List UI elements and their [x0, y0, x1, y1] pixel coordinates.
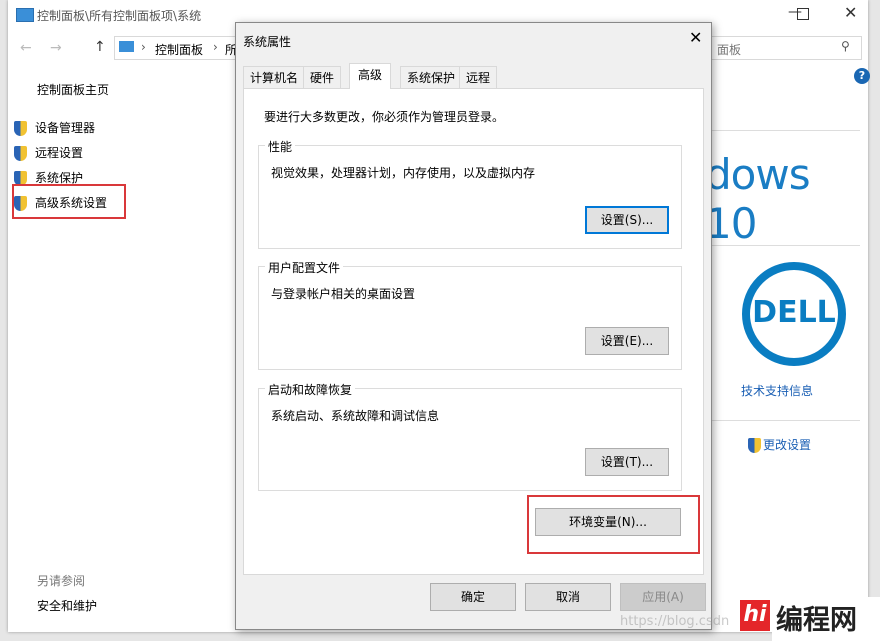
shield-icon: [14, 146, 27, 161]
divider: [712, 130, 860, 131]
admin-notice: 要进行大多数更改，你必须作为管理员登录。: [264, 110, 505, 124]
security-maintenance-link[interactable]: 安全和维护: [37, 597, 97, 614]
group-label: 启动和故障恢复: [265, 381, 356, 398]
group-label: 用户配置文件: [265, 259, 344, 276]
shield-icon: [14, 121, 27, 136]
tab-computer-name[interactable]: 计算机名: [243, 66, 306, 88]
window-title: 控制面板\所有控制面板项\系统: [37, 9, 202, 23]
watermark-logo-text: hi: [743, 602, 767, 627]
apply-button[interactable]: 应用(A): [620, 583, 706, 611]
user-profiles-settings-button[interactable]: 设置(E)...: [585, 327, 669, 355]
sidebar-item-label: 系统保护: [35, 171, 84, 185]
watermark-url: https://blog.csdn: [620, 614, 730, 629]
divider: [712, 420, 860, 421]
sidebar-item-label: 远程设置: [35, 146, 84, 160]
back-button[interactable]: ←: [20, 40, 32, 56]
dialog-close-button[interactable]: ✕: [689, 28, 702, 47]
sidebar-home-link[interactable]: 控制面板主页: [37, 81, 109, 98]
dialog-title: 系统属性: [243, 35, 292, 49]
tab-advanced[interactable]: 高级: [349, 63, 392, 89]
search-icon: ⚲: [841, 39, 850, 53]
shield-icon: [748, 438, 761, 453]
support-link[interactable]: 技术支持信息: [741, 382, 813, 399]
maximize-button[interactable]: [797, 8, 809, 20]
performance-settings-button[interactable]: 设置(S)...: [585, 206, 669, 234]
search-placeholder: 面板: [717, 43, 742, 57]
dell-logo-text: DELL: [752, 295, 836, 330]
breadcrumb-item[interactable]: 控制面板: [155, 41, 203, 58]
computer-icon: [16, 8, 34, 22]
change-settings-label: 更改设置: [763, 438, 812, 452]
watermark-brand: 编程网: [776, 605, 857, 636]
close-button[interactable]: ✕: [844, 3, 857, 22]
address-bar[interactable]: › 控制面板 › 所: [114, 36, 237, 60]
group-description: 系统启动、系统故障和调试信息: [271, 409, 440, 423]
watermark-logo: hi: [740, 600, 770, 631]
group-description: 视觉效果，处理器计划，内存使用，以及虚拟内存: [271, 166, 536, 180]
change-settings-link[interactable]: 更改设置: [748, 436, 811, 453]
group-description: 与登录帐户相关的桌面设置: [271, 287, 416, 301]
ok-button[interactable]: 确定: [430, 583, 516, 611]
help-icon[interactable]: ?: [854, 68, 870, 84]
divider: [712, 245, 860, 246]
sidebar-item-device-manager[interactable]: 设备管理器: [14, 116, 107, 141]
tab-remote[interactable]: 远程: [459, 66, 498, 88]
highlight-box: [12, 184, 126, 219]
sidebar-item-label: 设备管理器: [35, 121, 96, 135]
cancel-button[interactable]: 取消: [525, 583, 611, 611]
dell-logo: DELL: [742, 262, 846, 366]
highlight-box: [527, 495, 700, 554]
group-label: 性能: [265, 138, 296, 155]
chevron-icon: ›: [213, 40, 218, 54]
search-input[interactable]: 面板 ⚲: [708, 36, 862, 60]
tab-system-protection[interactable]: 系统保护: [400, 66, 463, 88]
up-button[interactable]: ↑: [94, 39, 106, 55]
startup-settings-button[interactable]: 设置(T)...: [585, 448, 669, 476]
see-also-heading: 另请参阅: [37, 574, 86, 588]
computer-icon: [119, 41, 134, 52]
windows-brand: dows 10: [705, 150, 811, 248]
chevron-icon: ›: [141, 40, 146, 54]
tab-hardware[interactable]: 硬件: [303, 66, 342, 88]
sidebar-item-remote[interactable]: 远程设置: [14, 141, 107, 166]
forward-button[interactable]: →: [50, 40, 62, 56]
